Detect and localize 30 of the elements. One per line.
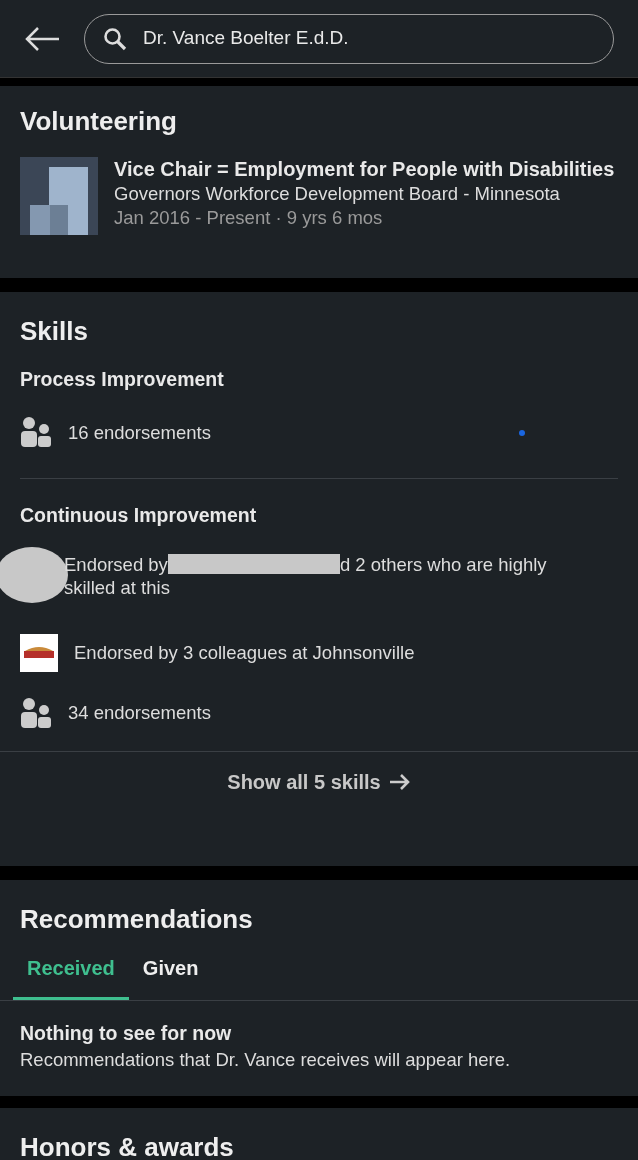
building-logo-icon: [20, 157, 98, 235]
empty-message: Recommendations that Dr. Vance receives will appear here.: [20, 1048, 512, 1072]
people-icon: [20, 416, 52, 449]
section-title: Volunteering: [20, 105, 178, 138]
back-icon[interactable]: [24, 25, 60, 52]
arrow-right-icon: [388, 772, 411, 791]
status-dot: [519, 430, 525, 437]
company-logo-icon: [20, 633, 58, 672]
endorsement-text: skilled at this: [64, 575, 171, 599]
search-icon: [103, 26, 127, 51]
empty-title: Nothing to see for now: [20, 1021, 233, 1046]
tab[interactable]: Given: [128, 943, 213, 1000]
people-icon: [20, 696, 52, 729]
tab[interactable]: Received: [13, 943, 129, 1000]
organization-name: Governors Workforce Development Board - Minnesota: [114, 182, 561, 206]
endorsement-text: Endorsed by 3 colleagues at Johnsonville: [74, 641, 415, 664]
endorsement-count: 16 endorsements: [68, 420, 211, 444]
show-all-button[interactable]: Show all 5 skills: [221, 765, 417, 798]
section-title: Skills: [20, 315, 89, 348]
skill-name: Continuous Improvement: [20, 503, 258, 529]
job-title: Vice Chair = Employment for People with Disabilities: [114, 157, 615, 182]
endorsement-text: Endorsed by: [64, 552, 168, 576]
date-range: Jan 2016 - Present · 9 yrs 6 mos: [114, 206, 384, 230]
skill-name: Process Improvement: [20, 367, 225, 392]
endorsement-text: d 2 others who are highly: [339, 552, 547, 576]
endorsement-count: 34 endorsements: [68, 701, 211, 724]
search-text: Dr. Vance Boelter E.d.D.: [143, 26, 349, 51]
section-title: Honors & awards: [20, 1131, 235, 1160]
search-field[interactable]: Dr. Vance Boelter E.d.D.: [84, 13, 614, 64]
section-title: Recommendations: [19, 903, 254, 936]
